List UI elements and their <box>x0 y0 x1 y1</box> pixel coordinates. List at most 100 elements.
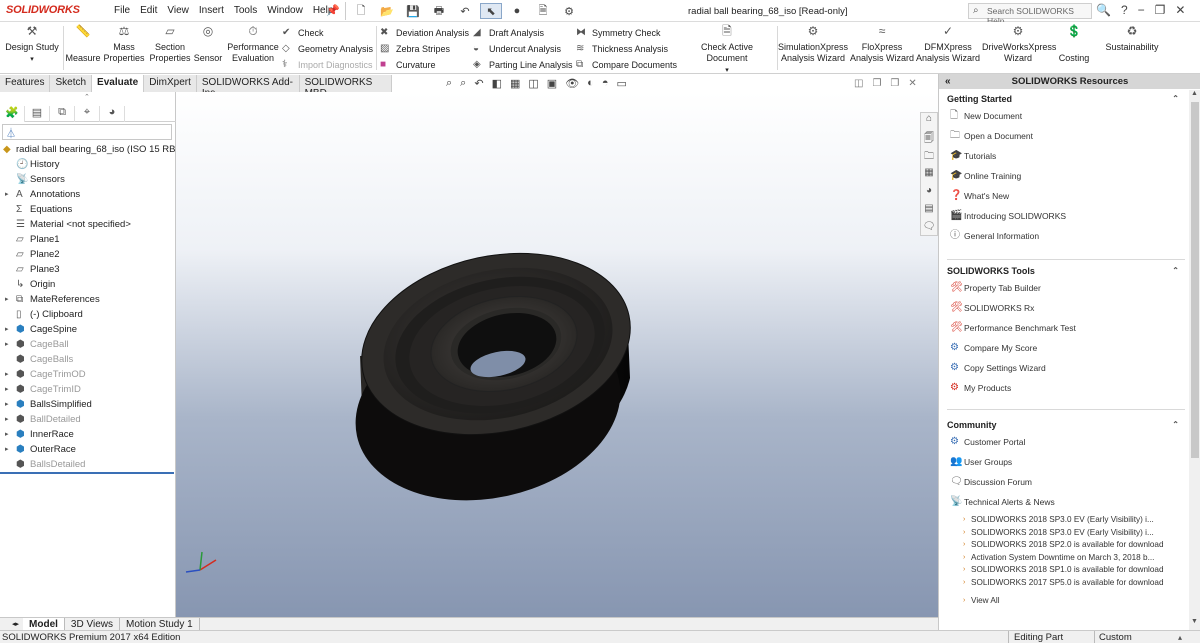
tab-solidworks-mbd[interactable]: SOLIDWORKS MBD <box>299 75 392 99</box>
tree-item-innerrace[interactable]: ▸ ⬢ InnerRace <box>0 427 176 442</box>
feature-filter-input[interactable]: ⏃ <box>2 124 172 140</box>
collapse-chevron-icon[interactable]: ⌃ <box>1172 418 1179 432</box>
options-gear-icon[interactable]: ⚙ <box>558 3 580 19</box>
tree-item-plane3[interactable]: ▱ Plane3 <box>0 262 176 277</box>
tree-item-origin[interactable]: ↳ Origin <box>0 277 176 292</box>
resource-link-technical-alerts-news[interactable]: 📡 Technical Alerts & News <box>947 492 1185 512</box>
check-button[interactable]: ✔ Check <box>282 27 324 38</box>
tree-item-sensors[interactable]: 📡 Sensors <box>0 172 176 187</box>
file-explorer-icon[interactable]: 🗀 <box>921 149 937 163</box>
tab-model[interactable]: Model <box>23 618 65 630</box>
configuration-manager-tab-icon[interactable]: ⧉ <box>50 106 75 122</box>
tree-item-material-not-specified[interactable]: ☰ Material <not specified> <box>0 217 176 232</box>
expand-arrow-icon[interactable]: ▸ <box>5 382 9 397</box>
tree-item-cagetrimod[interactable]: ▸ ⬢ CageTrimOD <box>0 367 176 382</box>
sensor-button[interactable]: ◎ Sensor <box>192 25 224 64</box>
menu-view[interactable]: View <box>167 5 189 16</box>
resource-link-discussion-forum[interactable]: 🗨 Discussion Forum <box>947 472 1185 492</box>
news-item[interactable]: › SOLIDWORKS 2018 SP3.0 EV (Early Visibil… <box>947 527 1185 540</box>
undercut-analysis-button[interactable]: ◒ Undercut Analysis <box>473 43 561 54</box>
panel-grip-icon[interactable]: ⌃ <box>84 93 90 101</box>
property-manager-tab-icon[interactable]: ▤ <box>25 106 50 122</box>
rebuild-icon[interactable]: ● <box>506 3 528 19</box>
section-title[interactable]: Community ⌃ <box>947 418 1185 432</box>
viewport-split-icon[interactable]: ◫ <box>854 78 863 89</box>
forum-icon[interactable]: 🗨 <box>921 221 937 235</box>
search-button-icon[interactable]: 🔍 <box>1096 3 1111 17</box>
thickness-analysis-button[interactable]: ≋ Thickness Analysis <box>576 43 668 54</box>
expand-arrow-icon[interactable]: ▸ <box>5 412 9 427</box>
resource-link-introducing-solidworks[interactable]: 🎬 Introducing SOLIDWORKS <box>947 206 1185 226</box>
performance-evaluation-button[interactable]: ⏱ Performance Evaluation <box>226 25 280 64</box>
tree-item-history[interactable]: 🕘 History <box>0 157 176 172</box>
collapse-chevron-icon[interactable]: ⌃ <box>1172 264 1179 278</box>
tree-item-plane1[interactable]: ▱ Plane1 <box>0 232 176 247</box>
file-properties-icon[interactable]: 🗎 <box>532 3 554 19</box>
tree-item-clipboard[interactable]: ▯ (-) Clipboard <box>0 307 176 322</box>
sustainability-button[interactable]: ♻ Sustainability <box>1100 25 1164 53</box>
measure-button[interactable]: 📏 Measure <box>64 25 102 64</box>
scroll-up-icon[interactable]: ▲ <box>1191 90 1198 97</box>
menu-insert[interactable]: Insert <box>199 5 224 16</box>
menu-file[interactable]: File <box>114 5 130 16</box>
view-settings-icon[interactable]: ▭ <box>616 77 626 90</box>
custom-properties-icon[interactable]: ▤ <box>921 203 937 217</box>
geometry-analysis-button[interactable]: ◇ Geometry Analysis <box>282 43 373 54</box>
tab-evaluate[interactable]: Evaluate <box>92 75 145 92</box>
rollback-bar[interactable] <box>0 472 174 474</box>
tab-motion-study-1[interactable]: Motion Study 1 <box>120 618 200 630</box>
help-search-input[interactable]: ⌕ Search SOLIDWORKS Help <box>968 3 1092 26</box>
scroll-down-icon[interactable]: ▼ <box>1191 618 1198 625</box>
design-library-icon[interactable]: 🗐 <box>921 131 937 145</box>
resource-link-customer-portal[interactable]: ⚙ Customer Portal <box>947 432 1185 452</box>
news-item[interactable]: › SOLIDWORKS 2018 SP1.0 is available for … <box>947 564 1185 577</box>
resource-link-general-information[interactable]: ⓘ General Information <box>947 226 1185 246</box>
menu-edit[interactable]: Edit <box>140 5 157 16</box>
tree-item-cagespine[interactable]: ▸ ⬢ CageSpine <box>0 322 176 337</box>
tab-scroll-icon[interactable]: ◂▸ <box>8 618 23 630</box>
import-diagnostics-button[interactable]: ⚕ Import Diagnostics <box>282 59 373 70</box>
section-title[interactable]: SOLIDWORKS Tools ⌃ <box>947 264 1185 278</box>
resource-link-online-training[interactable]: 🎓 Online Training <box>947 166 1185 186</box>
previous-view-icon[interactable]: ↶ <box>474 77 483 90</box>
section-view-icon[interactable]: ◧ <box>492 77 502 90</box>
scroll-thumb[interactable] <box>1191 102 1199 458</box>
units-selector[interactable]: Custom <box>1094 631 1164 643</box>
expand-arrow-icon[interactable]: ▸ <box>5 397 9 412</box>
tab-3d-views[interactable]: 3D Views <box>65 618 120 630</box>
news-item[interactable]: › Activation System Downtime on March 3, … <box>947 552 1185 565</box>
compare-documents-button[interactable]: ⧉ Compare Documents <box>576 59 677 70</box>
display-style-icon[interactable]: ▣ <box>547 77 557 90</box>
resource-link-tutorials[interactable]: 🎓 Tutorials <box>947 146 1185 166</box>
driveworksxpress-button[interactable]: ⚙ DriveWorksXpress Wizard <box>982 25 1056 64</box>
menu-window[interactable]: Window <box>267 5 303 16</box>
hide-show-icon[interactable]: 👁 <box>565 77 579 90</box>
tree-item-ballssimplified[interactable]: ▸ ⬢ BallsSimplified <box>0 397 176 412</box>
restore-icon[interactable]: ❐ <box>1155 3 1166 17</box>
task-pane-scrollbar[interactable]: ▲ ▼ <box>1189 90 1200 630</box>
dfmxpress-button[interactable]: ✓ DFMXpress Analysis Wizard <box>916 25 980 64</box>
tree-item-plane2[interactable]: ▱ Plane2 <box>0 247 176 262</box>
home-icon[interactable]: ⌂ <box>921 113 937 127</box>
close-icon[interactable]: ✕ <box>1175 3 1185 17</box>
zoom-to-fit-icon[interactable]: ⌕ <box>446 77 452 90</box>
new-document-icon[interactable]: 🗋 <box>350 3 372 19</box>
draft-analysis-button[interactable]: ◢ Draft Analysis <box>473 27 544 38</box>
check-active-document-button[interactable]: 🗎 Check Active Document ▾ <box>680 25 774 76</box>
appearances-icon[interactable]: ◕ <box>921 185 937 199</box>
costing-button[interactable]: 💲 Costing <box>1054 25 1094 64</box>
expand-arrow-icon[interactable]: ▸ <box>5 322 9 337</box>
dimxpert-manager-tab-icon[interactable]: ⌖ <box>75 106 100 122</box>
curvature-button[interactable]: ■ Curvature <box>380 59 436 70</box>
zoom-area-icon[interactable]: ⌕ <box>460 77 466 90</box>
tree-item-cageball[interactable]: ▸ ⬢ CageBall <box>0 337 176 352</box>
section-properties-button[interactable]: ▱ Section Properties <box>148 25 192 64</box>
resource-link-property-tab-builder[interactable]: 🛠 Property Tab Builder <box>947 278 1185 298</box>
tree-item-cagetrimid[interactable]: ▸ ⬢ CageTrimID <box>0 382 176 397</box>
tree-item-balldetailed[interactable]: ▸ ⬢ BallDetailed <box>0 412 176 427</box>
expand-arrow-icon[interactable]: ▸ <box>5 427 9 442</box>
bearing-model[interactable] <box>176 92 938 617</box>
dynamic-annotation-icon[interactable]: ▦ <box>510 77 520 90</box>
expand-arrow-icon[interactable]: ▸ <box>5 367 9 382</box>
tree-root-part[interactable]: ◆ radial ball bearing_68_iso (ISO 15 RBB <box>0 142 176 157</box>
